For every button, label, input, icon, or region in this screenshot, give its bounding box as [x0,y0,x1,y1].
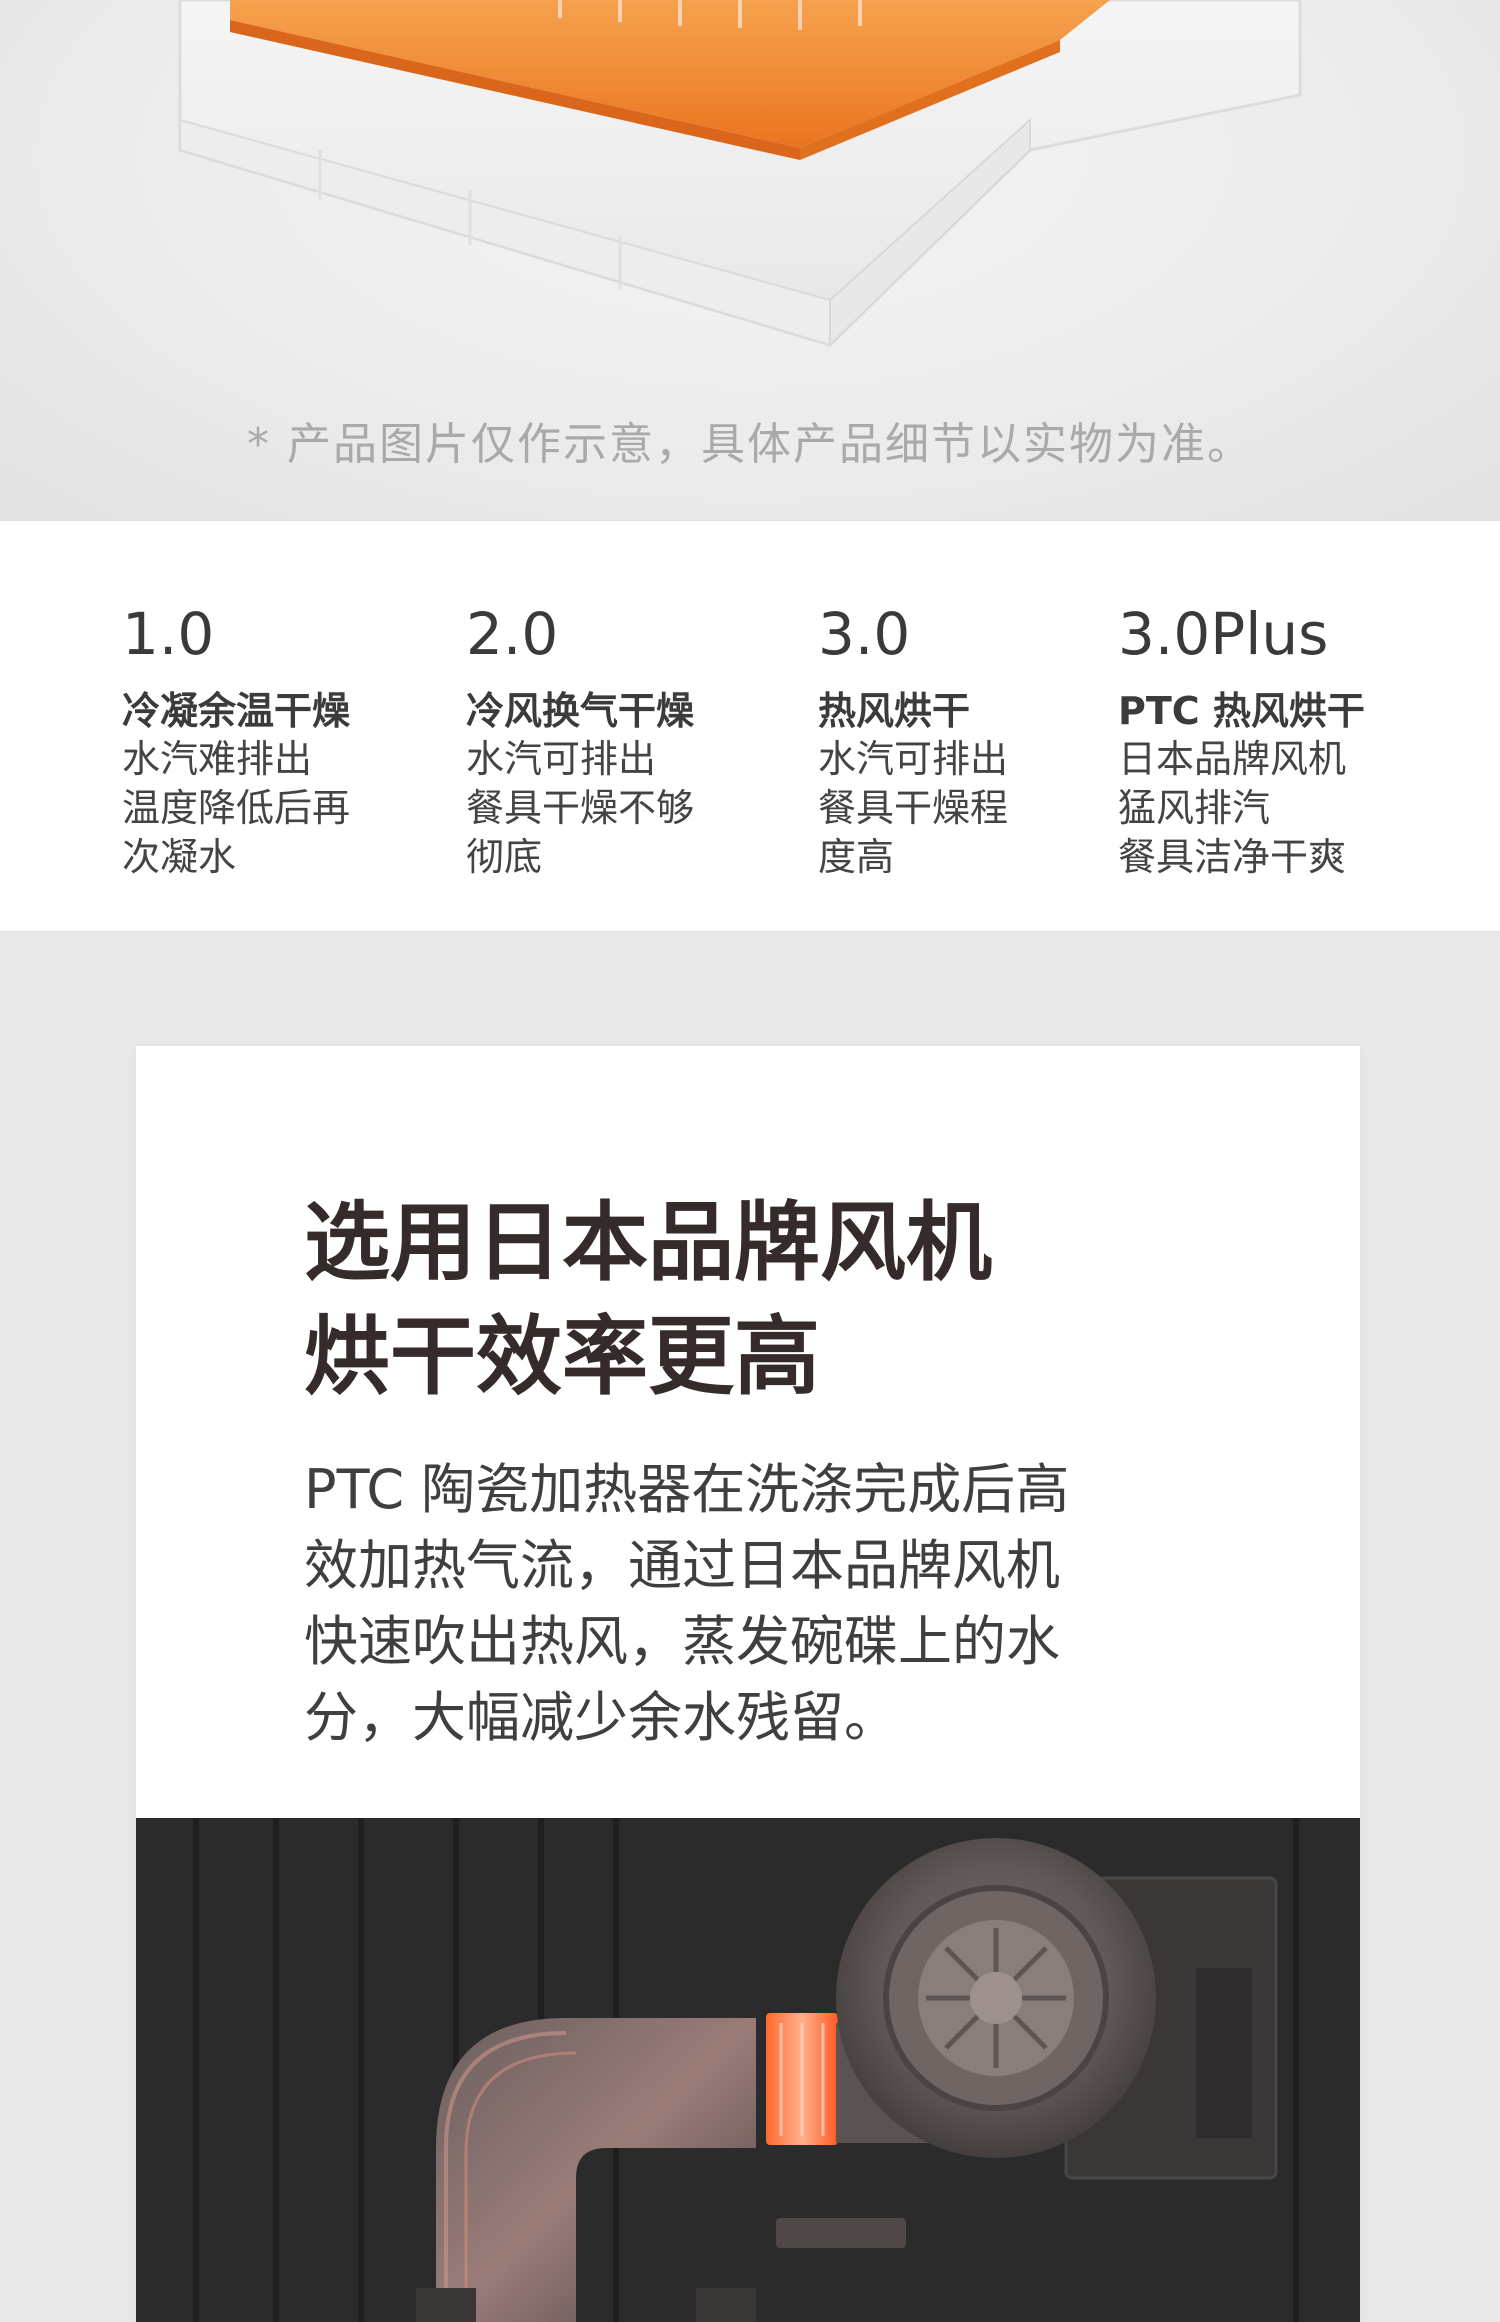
generation-desc-line: 温度降低后再 [122,786,351,830]
feature-desc-line: 效加热气流，通过日本品牌风机 [304,1534,1060,1597]
disclaimer-text: * 产品图片仅作示意，具体产品细节以实物为准。 [247,419,1253,470]
feature-title-line: 选用日本品牌风机 [304,1193,992,1293]
generation-version: 2.0 [466,600,559,668]
generation-desc-line: 度高 [818,835,895,879]
generation-desc-line: 次凝水 [122,835,237,879]
generation-version: 3.0 [818,600,911,668]
generation-desc-line: 水汽难排出 [122,737,313,781]
generation-version: 1.0 [122,600,215,668]
generation-name: 冷凝余温干燥 [122,689,351,733]
feature-desc-line: 分，大幅减少余水残留。 [304,1686,898,1749]
generation-desc-line: 水汽可排出 [466,737,657,781]
generation-desc-line: 餐具干燥不够 [466,786,695,830]
generation-desc-line: 餐具干燥程 [818,786,1009,830]
generation-card-2: 2.0 冷风换气干燥 水汽可排出 餐具干燥不够 彻底 [466,601,694,882]
generation-name: 冷风换气干燥 [466,689,695,733]
generation-name: 热风烘干 [818,689,971,733]
feature-desc-line: 快速吹出热风，蒸发碗碟上的水 [304,1610,1060,1673]
fan-feature-card: 选用日本品牌风机 烘干效率更高 PTC 陶瓷加热器在洗涤完成后高 效加热气流，通… [136,1046,1360,2322]
blower-fan-icon [136,1818,1360,2322]
generation-card-4: 3.0Plus PTC 热风烘干 日本品牌风机 猛风排汽 餐具洁净干爽 [1118,601,1365,882]
generation-desc-line: 彻底 [466,835,543,879]
generation-desc-line: 猛风排汽 [1118,786,1271,830]
generation-version: 3.0Plus [1118,600,1329,668]
feature-desc-line: PTC 陶瓷加热器在洗涤完成后高 [304,1458,1070,1521]
generation-desc-line: 餐具洁净干爽 [1118,835,1347,879]
dishwasher-drawer-icon [178,0,1302,348]
drying-generations-section: 1.0 冷凝余温干燥 水汽难排出 温度降低后再 次凝水 2.0 冷风换气干燥 水… [0,520,1500,932]
generation-card-1: 1.0 冷凝余温干燥 水汽难排出 温度降低后再 次凝水 [122,601,350,882]
generation-desc-line: 水汽可排出 [818,737,1009,781]
product-hero-section: * 产品图片仅作示意，具体产品细节以实物为准。 [0,0,1500,520]
generation-desc-line: 日本品牌风机 [1118,737,1347,781]
generation-name: PTC 热风烘干 [1118,689,1365,733]
generation-card-3: 3.0 热风烘干 水汽可排出 餐具干燥程 度高 [818,601,1008,882]
feature-description: PTC 陶瓷加热器在洗涤完成后高 效加热气流，通过日本品牌风机 快速吹出热风，蒸… [304,1452,1244,1756]
feature-title: 选用日本品牌风机 烘干效率更高 [304,1186,992,1414]
feature-title-line: 烘干效率更高 [304,1307,820,1407]
